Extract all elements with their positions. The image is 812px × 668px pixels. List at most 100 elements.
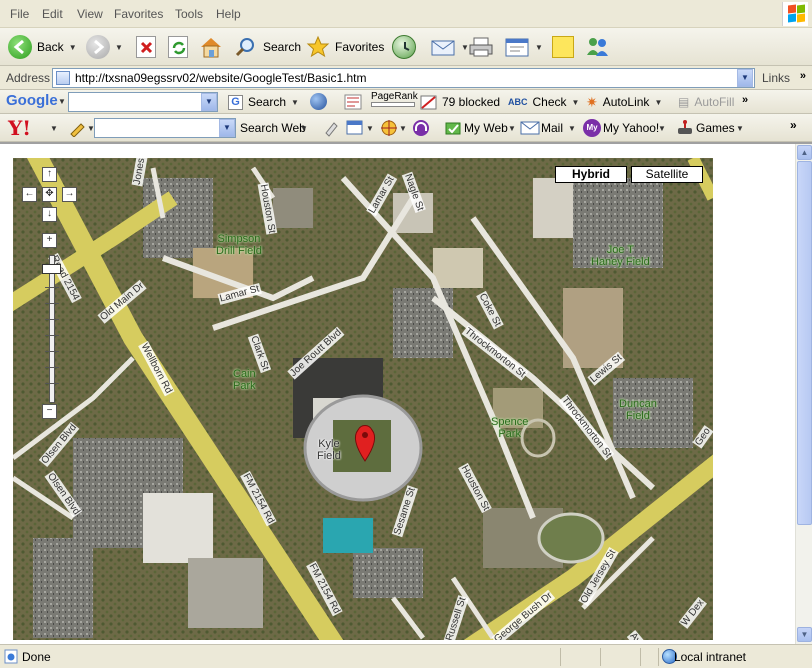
menu-edit[interactable]: Edit xyxy=(42,7,63,21)
check-dropdown-icon[interactable]: ▼ xyxy=(572,98,580,107)
links-button[interactable]: Links xyxy=(762,71,790,85)
note-icon xyxy=(552,36,574,58)
hybrid-button[interactable]: Hybrid xyxy=(555,166,627,183)
target-icon[interactable] xyxy=(380,119,398,137)
google-search-label: Search xyxy=(248,95,287,109)
google-logo[interactable]: Google xyxy=(6,92,58,109)
kyle-field-label: Kyle Field xyxy=(317,438,341,462)
status-text: Done xyxy=(22,650,51,664)
menu-view[interactable]: View xyxy=(77,7,103,21)
edit-button[interactable]: ▼ xyxy=(504,33,543,61)
menu-favorites[interactable]: Favorites xyxy=(114,7,163,21)
google-toolbar: Google ▼ ▼ G Search ▼ PageRank 79 blocke… xyxy=(0,90,812,114)
google-search-options-icon[interactable]: ▼ xyxy=(291,98,299,107)
envelope-icon xyxy=(431,40,455,56)
yahoo-mail-button[interactable]: Mail xyxy=(541,121,563,135)
address-input[interactable]: http://txsna09egssrv02/website/GoogleTes… xyxy=(52,68,755,88)
mail-menu-dropdown-icon[interactable]: ▼ xyxy=(568,124,576,133)
yahoo-overflow-chevron-icon[interactable]: » xyxy=(790,118,797,132)
menu-file[interactable]: File xyxy=(10,7,29,21)
my-yahoo-dropdown-icon[interactable]: ▼ xyxy=(658,124,666,133)
vertical-scrollbar[interactable]: ▲ ▼ xyxy=(795,144,812,644)
back-dropdown-icon[interactable]: ▼ xyxy=(69,43,77,52)
games-dropdown-icon[interactable]: ▼ xyxy=(736,124,744,133)
status-bar: Done Local intranet xyxy=(0,644,812,668)
zoom-slider-thumb[interactable] xyxy=(42,264,61,274)
google-search-button[interactable]: G Search ▼ xyxy=(228,88,299,116)
simpson-drill-field-label: Simpson Drill Field xyxy=(216,233,262,257)
satellite-button[interactable]: Satellite xyxy=(631,166,703,183)
pencil-icon[interactable] xyxy=(68,119,86,137)
autofill-label: AutoFill xyxy=(694,95,735,109)
news-icon[interactable] xyxy=(344,93,362,111)
edit-dropdown-icon[interactable]: ▼ xyxy=(535,43,543,52)
pan-left-icon[interactable]: ← xyxy=(22,187,37,202)
messenger-button[interactable] xyxy=(584,33,610,61)
my-web-icon[interactable] xyxy=(444,119,462,137)
forward-dropdown-icon[interactable]: ▼ xyxy=(115,43,123,52)
yahoo-menu-dropdown-icon[interactable]: ▼ xyxy=(50,124,58,133)
pan-up-icon[interactable]: ↑ xyxy=(42,167,57,182)
pan-down-icon[interactable]: ↓ xyxy=(42,207,57,222)
print-button[interactable] xyxy=(468,33,494,61)
favorites-button[interactable]: Favorites xyxy=(306,33,384,61)
scroll-down-icon[interactable]: ▼ xyxy=(797,627,812,642)
highlight-icon[interactable] xyxy=(322,119,340,137)
menu-bar: File Edit View Favorites Tools Help xyxy=(0,0,812,28)
menu-help[interactable]: Help xyxy=(216,7,241,21)
my-yahoo-icon[interactable]: My xyxy=(583,119,601,137)
zoom-slider[interactable] xyxy=(49,255,55,403)
games-icon[interactable] xyxy=(676,119,694,137)
yahoo-search-dropdown-icon[interactable]: ▼ xyxy=(219,119,235,137)
discuss-button[interactable] xyxy=(552,33,574,61)
refresh-button[interactable] xyxy=(168,33,188,61)
spellcheck-button[interactable]: ABC Check ▼ xyxy=(508,88,579,116)
zoom-out-icon[interactable]: − xyxy=(42,404,57,419)
google-search-input[interactable]: ▼ xyxy=(68,92,218,112)
headphones-icon[interactable] xyxy=(412,119,430,137)
my-yahoo-button[interactable]: My Yahoo! xyxy=(603,121,659,135)
target-dropdown-icon[interactable]: ▼ xyxy=(399,124,407,133)
popup-blocker-button[interactable]: 79 blocked xyxy=(420,88,500,116)
zoom-tick xyxy=(45,335,59,336)
home-button[interactable] xyxy=(198,33,224,61)
globe-icon[interactable] xyxy=(310,93,327,110)
pan-center-icon[interactable]: ✥ xyxy=(42,187,57,202)
pan-right-icon[interactable]: → xyxy=(62,187,77,202)
google-search-dropdown-icon[interactable]: ▼ xyxy=(201,93,217,111)
address-dropdown-icon[interactable]: ▼ xyxy=(737,69,753,87)
links-chevron-icon[interactable]: » xyxy=(800,70,806,82)
forward-button[interactable]: ▼ xyxy=(86,33,123,61)
status-divider xyxy=(560,648,561,666)
search-web-dropdown-icon[interactable]: ▼ xyxy=(300,124,308,133)
google-menu-dropdown-icon[interactable]: ▼ xyxy=(58,97,66,106)
autolink-dropdown-icon[interactable]: ▼ xyxy=(654,98,662,107)
popup-icon[interactable] xyxy=(346,119,364,137)
mail-button[interactable]: ▼ xyxy=(430,33,469,61)
autofill-button[interactable]: ▤ AutoFill xyxy=(678,88,734,116)
my-web-dropdown-icon[interactable]: ▼ xyxy=(508,124,516,133)
duncan-field-label: Duncan Field xyxy=(619,398,657,422)
games-button[interactable]: Games xyxy=(696,121,735,135)
zoom-in-icon[interactable]: + xyxy=(42,233,57,248)
yahoo-search-input[interactable]: ▼ xyxy=(94,118,236,138)
back-label: Back xyxy=(37,40,64,54)
favorites-label: Favorites xyxy=(335,40,385,54)
menu-tools[interactable]: Tools xyxy=(175,7,203,21)
google-overflow-chevron-icon[interactable]: » xyxy=(742,94,748,106)
yahoo-mail-icon[interactable] xyxy=(520,120,540,136)
google-map[interactable]: Simpson Drill Field Joe T Haney Field Cain… xyxy=(13,158,713,640)
autolink-button[interactable]: ✷ AutoLink ▼ xyxy=(586,88,662,116)
history-button[interactable] xyxy=(392,33,416,61)
popup-dropdown-icon[interactable]: ▼ xyxy=(366,124,374,133)
search-button[interactable]: Search xyxy=(234,33,301,61)
stop-button[interactable] xyxy=(136,33,156,61)
yahoo-logo[interactable]: Y! xyxy=(8,116,31,140)
back-button[interactable]: Back ▼ xyxy=(8,33,77,61)
scrollbar-thumb[interactable] xyxy=(797,161,812,525)
scroll-up-icon[interactable]: ▲ xyxy=(797,145,812,160)
address-bar: Address http://txsna09egssrv02/website/G… xyxy=(0,66,812,90)
my-web-button[interactable]: My Web xyxy=(464,121,508,135)
search-web-button[interactable]: Search Web xyxy=(240,121,306,135)
stop-icon xyxy=(136,36,156,58)
